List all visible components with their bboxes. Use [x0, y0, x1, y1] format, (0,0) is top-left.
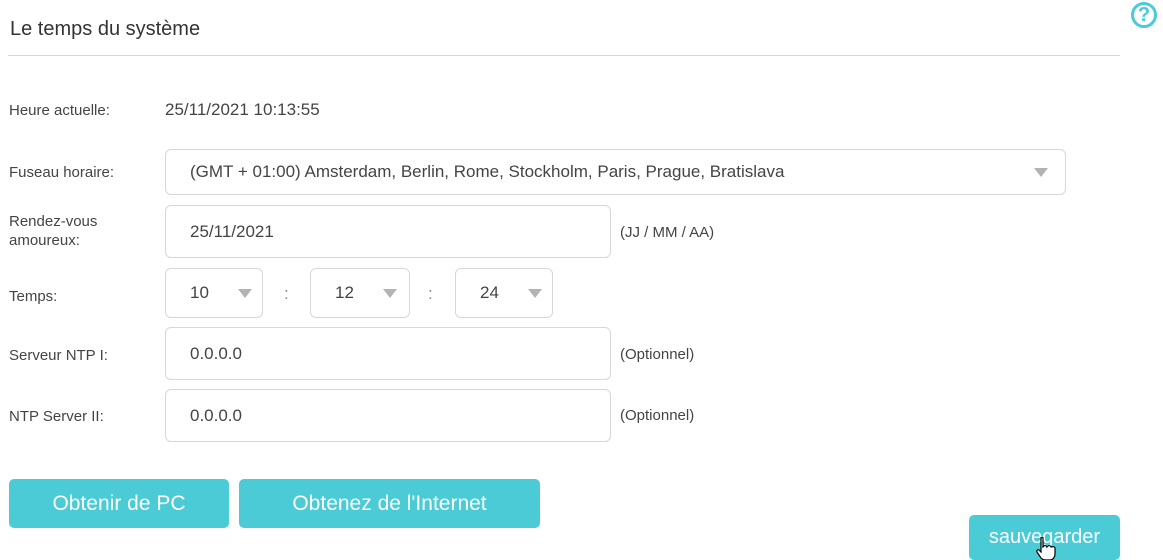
ntp1-input[interactable]: 0.0.0.0 [165, 327, 611, 380]
ntp1-label: Serveur NTP I: [9, 347, 108, 364]
time-separator: : [428, 284, 433, 303]
minute-value: 12 [335, 283, 354, 302]
ntp2-label: NTP Server II: [9, 408, 104, 425]
second-value: 24 [480, 283, 499, 302]
get-from-pc-button[interactable]: Obtenir de PC [9, 479, 229, 528]
caret-down-icon [383, 289, 397, 298]
time-separator: : [284, 284, 289, 303]
ntp2-input[interactable]: 0.0.0.0 [165, 389, 611, 442]
current-time-value: 25/11/2021 10:13:55 [165, 100, 320, 119]
get-from-internet-button[interactable]: Obtenez de l'Internet [239, 479, 540, 528]
minute-select[interactable]: 12 [310, 268, 410, 318]
ntp2-input-value: 0.0.0.0 [190, 405, 242, 425]
timezone-select[interactable]: (GMT + 01:00) Amsterdam, Berlin, Rome, S… [165, 149, 1066, 195]
date-label-line2: amoureux: [9, 232, 80, 249]
help-icon[interactable]: ? [1131, 2, 1157, 28]
current-time-label: Heure actuelle: [9, 102, 110, 119]
header-divider [8, 55, 1120, 56]
hour-select[interactable]: 10 [165, 268, 263, 318]
time-label: Temps: [9, 288, 58, 305]
timezone-label: Fuseau horaire: [9, 164, 115, 181]
second-select[interactable]: 24 [455, 268, 553, 318]
timezone-selected-value: (GMT + 01:00) Amsterdam, Berlin, Rome, S… [190, 162, 785, 181]
date-input[interactable]: 25/11/2021 [165, 205, 611, 258]
caret-down-icon [238, 289, 252, 298]
hand-pointer-icon [1036, 537, 1056, 560]
ntp1-optional-hint: (Optionnel) [620, 346, 695, 363]
date-format-hint: (JJ / MM / AA) [620, 224, 715, 241]
date-label: Rendez-vous amoureux: [9, 212, 97, 250]
caret-down-icon [528, 289, 542, 298]
caret-down-icon [1034, 168, 1048, 177]
date-label-line1: Rendez-vous [9, 213, 98, 230]
ntp1-input-value: 0.0.0.0 [190, 343, 242, 363]
ntp2-optional-hint: (Optionnel) [620, 407, 695, 424]
date-input-value: 25/11/2021 [190, 221, 274, 241]
hour-value: 10 [190, 283, 209, 302]
page-title: Le temps du système [10, 18, 201, 40]
